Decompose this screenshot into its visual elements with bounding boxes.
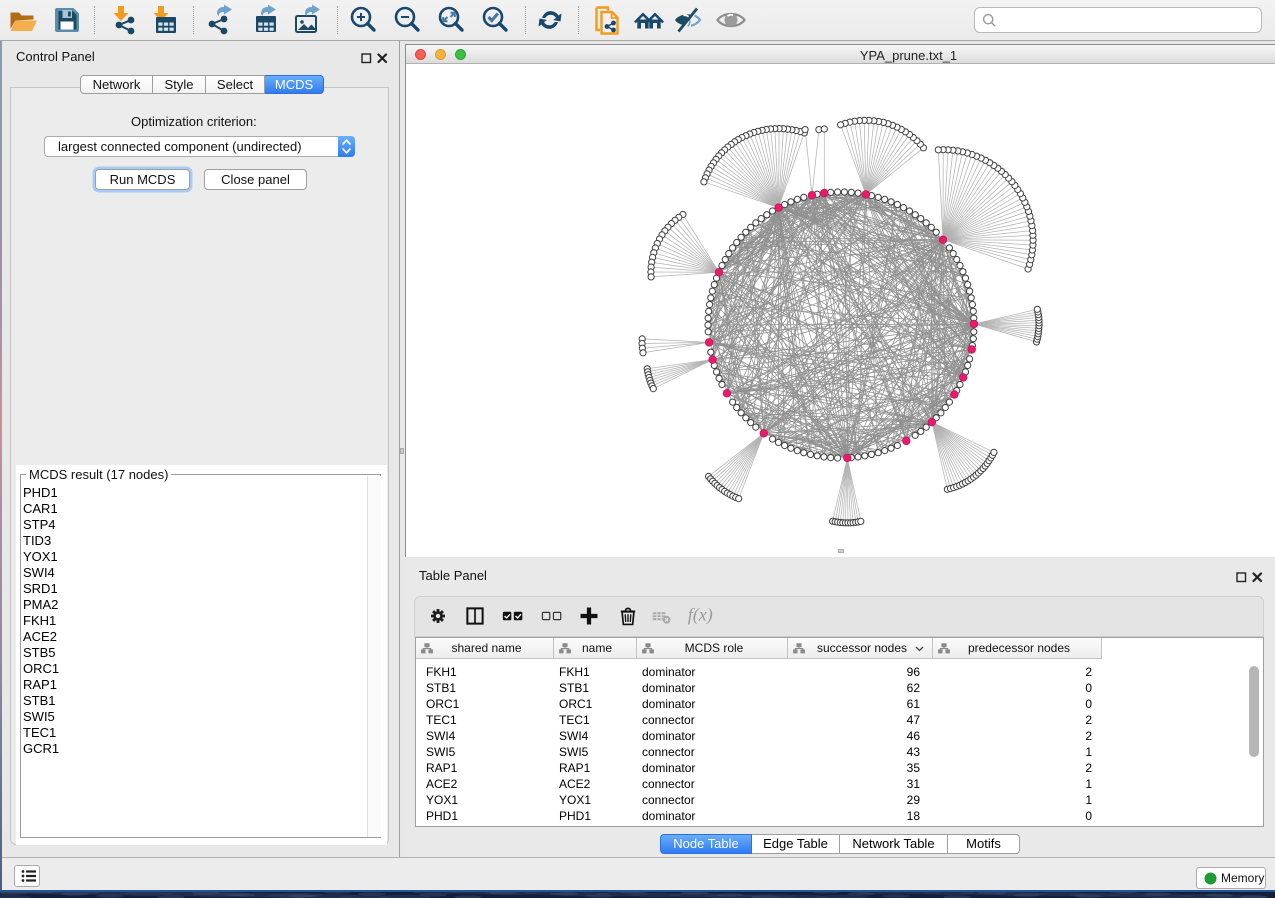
svg-text:f(x): f(x)	[688, 605, 713, 626]
